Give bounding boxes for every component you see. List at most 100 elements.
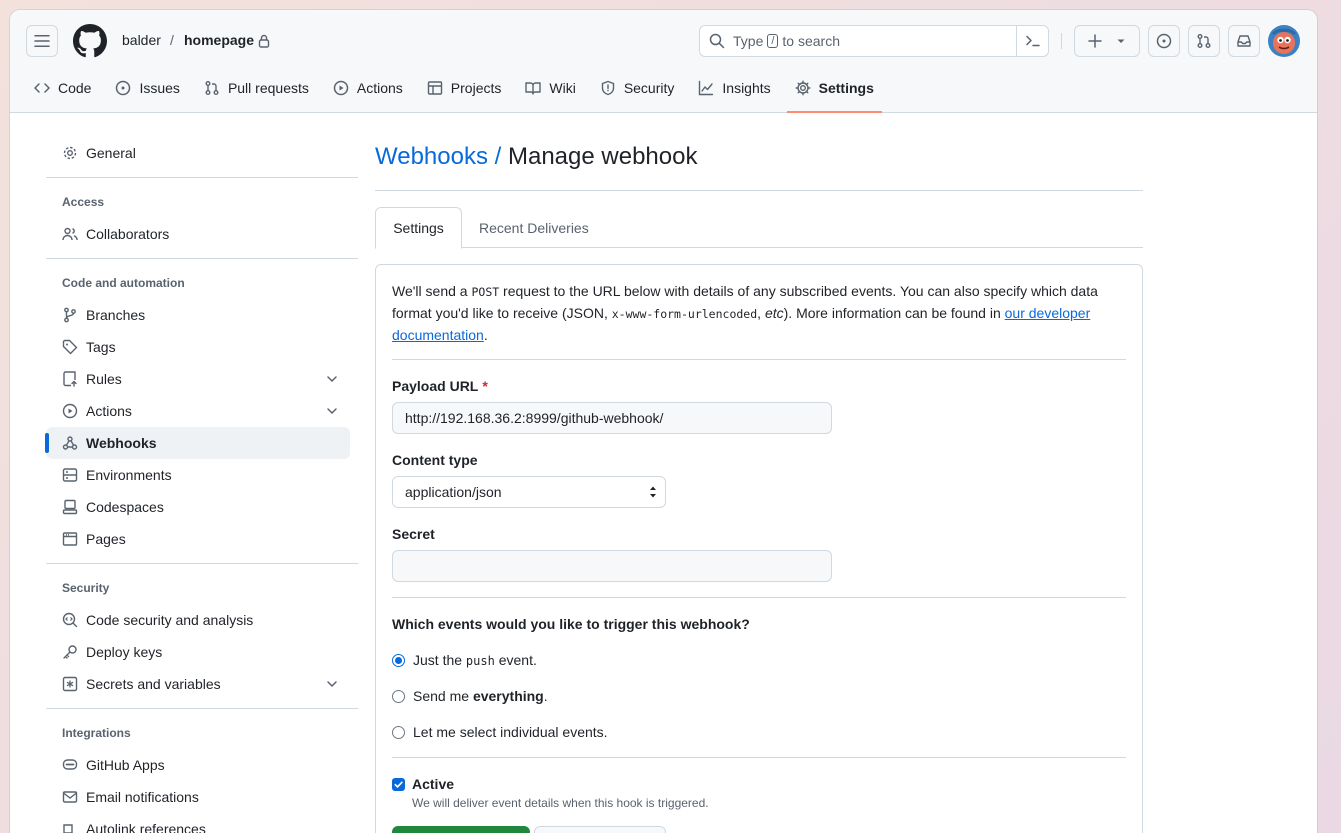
select-arrows-icon <box>650 486 656 498</box>
sidebar-item-label: Pages <box>86 531 126 547</box>
play-icon <box>333 80 349 96</box>
breadcrumb-repo[interactable]: homepage <box>184 32 254 48</box>
sidebar-item-pages[interactable]: Pages <box>46 523 350 555</box>
update-webhook-button[interactable] <box>392 826 530 833</box>
tab-recent-deliveries[interactable]: Recent Deliveries <box>479 207 589 248</box>
webhook-icon <box>62 436 78 450</box>
browser-icon <box>62 532 78 546</box>
sidebar-divider <box>46 258 358 259</box>
hubot-icon <box>62 759 78 770</box>
tab-issues[interactable]: Issues <box>107 72 187 104</box>
active-help-text: We will deliver event details when this … <box>412 796 709 810</box>
chevron-down-icon <box>327 408 337 414</box>
event-option-push[interactable]: Just the push event. <box>392 652 537 668</box>
server-icon <box>62 468 78 482</box>
sidebar-item-rules[interactable]: Rules <box>46 363 350 395</box>
search-shortcut-key: / <box>767 34 779 48</box>
form-divider <box>392 757 1126 758</box>
push-pre-text: Just the <box>413 652 463 668</box>
plus-icon <box>1088 34 1102 48</box>
sidebar-item-deploy-keys[interactable]: Deploy keys <box>46 636 350 668</box>
secret-input[interactable] <box>392 550 832 582</box>
sidebar-item-general[interactable]: General <box>46 137 350 169</box>
sidebar-item-codespaces[interactable]: Codespaces <box>46 491 350 523</box>
payload-url-input[interactable] <box>392 402 832 434</box>
webhook-form: We'll send a POST request to the URL bel… <box>375 264 1143 833</box>
avatar-icon <box>1268 25 1300 57</box>
sidebar-heading-access: Access <box>62 195 105 209</box>
radio-individual[interactable] <box>392 725 405 739</box>
tab-insights[interactable]: Insights <box>690 72 778 104</box>
sidebar-item-actions[interactable]: Actions <box>46 395 350 427</box>
tab-webhook-settings[interactable]: Settings <box>375 207 462 249</box>
intro-post-code: POST <box>471 285 500 299</box>
sidebar-item-autolink[interactable]: Autolink references <box>46 813 350 833</box>
page-title-text: Manage webhook <box>507 143 698 170</box>
tab-projects[interactable]: Projects <box>419 72 510 104</box>
title-separator: / <box>494 143 502 170</box>
sidebar-heading-security: Security <box>62 581 110 595</box>
sidebar-item-label: Secrets and variables <box>86 676 221 692</box>
github-logo-icon[interactable] <box>73 24 107 58</box>
sidebar-item-label: Autolink references <box>86 821 206 833</box>
settings-sidebar: General Access Collaborators Code and au… <box>45 113 359 833</box>
breadcrumb-owner[interactable]: balder <box>122 32 161 48</box>
sidebar-item-tags[interactable]: Tags <box>46 331 350 363</box>
event-option-individual[interactable]: Let me select individual events. <box>392 724 608 740</box>
tab-settings-label: Settings <box>818 80 874 96</box>
sidebar-item-secrets[interactable]: Secrets and variables <box>46 668 350 700</box>
table-icon <box>427 81 442 95</box>
tab-code[interactable]: Code <box>26 72 99 104</box>
user-avatar[interactable] <box>1268 25 1300 57</box>
secret-label: Secret <box>392 526 435 542</box>
inbox-icon <box>1237 35 1251 47</box>
sidebar-heading-integrations: Integrations <box>62 726 131 740</box>
tab-actions[interactable]: Actions <box>325 72 411 104</box>
search-icon <box>709 33 725 49</box>
sidebar-item-collaborators[interactable]: Collaborators <box>46 218 350 250</box>
create-new-button[interactable] <box>1074 25 1140 57</box>
breadcrumb-webhooks-link[interactable]: Webhooks <box>375 143 488 170</box>
event-option-individual-label: Let me select individual events. <box>413 724 608 740</box>
sidebar-item-github-apps[interactable]: GitHub Apps <box>46 749 350 781</box>
tab-pull-requests[interactable]: Pull requests <box>196 72 317 104</box>
sidebar-item-code-security[interactable]: Code security and analysis <box>46 604 350 636</box>
radio-push[interactable] <box>392 653 405 667</box>
tab-pull-requests-label: Pull requests <box>227 80 309 96</box>
required-marker: * <box>482 378 488 394</box>
sidebar-item-webhooks[interactable]: Webhooks <box>45 427 350 459</box>
radio-everything[interactable] <box>392 689 405 703</box>
sidebar-item-email-notifications[interactable]: Email notifications <box>46 781 350 813</box>
tab-security[interactable]: Security <box>592 72 683 104</box>
sidebar-item-environments[interactable]: Environments <box>46 459 350 491</box>
menu-button[interactable] <box>26 25 58 57</box>
tab-wiki[interactable]: Wiki <box>517 72 583 104</box>
active-checkbox[interactable] <box>392 778 405 791</box>
content-type-label: Content type <box>392 452 478 468</box>
tab-wiki-label: Wiki <box>549 80 576 96</box>
command-palette-button[interactable] <box>1016 26 1048 56</box>
form-divider <box>392 359 1126 360</box>
cross-reference-icon <box>63 824 73 833</box>
event-option-everything-label: Send me everything. <box>413 688 548 704</box>
sidebar-heading-code-automation: Code and automation <box>62 276 185 290</box>
content-type-value: application/json <box>405 484 502 500</box>
delete-webhook-button[interactable] <box>534 826 666 833</box>
title-divider <box>375 190 1143 191</box>
content-type-select[interactable]: application/json <box>392 476 666 508</box>
issues-button[interactable] <box>1148 25 1180 57</box>
inbox-button[interactable] <box>1228 25 1260 57</box>
form-divider <box>392 597 1126 598</box>
sidebar-item-branches[interactable]: Branches <box>46 299 350 331</box>
tab-settings[interactable]: Settings <box>786 72 883 113</box>
terminal-icon <box>1025 35 1040 47</box>
pull-requests-button[interactable] <box>1188 25 1220 57</box>
git-pull-request-icon <box>205 81 219 95</box>
tab-insights-label: Insights <box>722 80 771 96</box>
sidebar-divider <box>46 177 358 178</box>
intro-form-code: x-www-form-urlencoded <box>611 307 758 321</box>
tab-issues-label: Issues <box>139 80 180 96</box>
codescan-icon <box>62 612 78 628</box>
search-input[interactable]: Type / to search <box>699 25 1049 57</box>
event-option-everything[interactable]: Send me everything. <box>392 688 548 704</box>
